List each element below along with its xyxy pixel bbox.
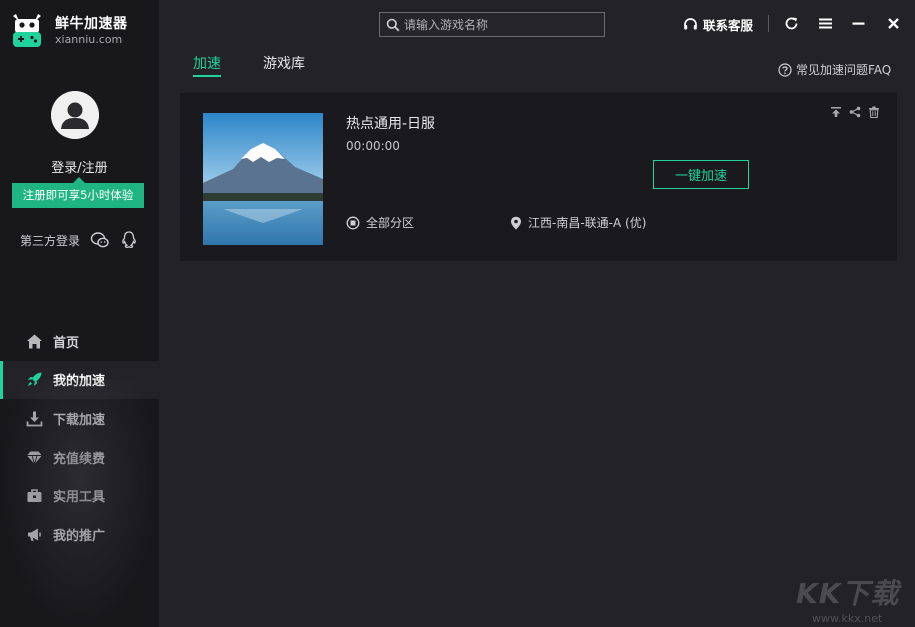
location-pin-icon xyxy=(510,216,522,230)
user-icon xyxy=(51,91,99,139)
region-label: 全部分区 xyxy=(366,216,415,230)
faq-link[interactable]: 常见加速问题FAQ xyxy=(778,61,891,78)
faq-label: 常见加速问题FAQ xyxy=(796,63,892,77)
share-button[interactable] xyxy=(848,105,862,119)
game-name: 热点通用-日服 xyxy=(346,116,436,132)
megaphone-icon xyxy=(25,525,43,543)
refresh-icon xyxy=(785,17,797,29)
card-tools xyxy=(829,105,881,119)
tab-accelerate[interactable]: 加速 xyxy=(193,53,221,77)
third-party-login-label: 第三方登录 xyxy=(20,234,81,248)
header-divider xyxy=(768,15,769,32)
server-label: 江西-南昌-联通-A (优) xyxy=(528,216,647,230)
brand-name: 鲜牛加速器 xyxy=(55,16,128,32)
nav-item-home[interactable]: 首页 xyxy=(0,322,159,361)
tab-game-library[interactable]: 游戏库 xyxy=(263,53,305,73)
server-selector[interactable]: 江西-南昌-联通-A (优) xyxy=(510,214,646,231)
stop-circle-icon xyxy=(346,216,360,230)
nav-label: 首页 xyxy=(53,335,80,351)
help-circle-icon xyxy=(778,62,792,77)
menu-button[interactable] xyxy=(816,14,834,32)
region-selector[interactable]: 全部分区 xyxy=(346,214,414,231)
close-button[interactable] xyxy=(884,14,902,32)
sidebar: 鲜牛加速器 xianniu.com 登录/注册 注册即可享5小时体验 第三方登录… xyxy=(0,0,159,627)
headset-icon xyxy=(683,17,698,32)
close-icon xyxy=(887,17,899,29)
nav-item-tools[interactable]: 实用工具 xyxy=(0,476,159,515)
nav-label: 下载加速 xyxy=(53,412,106,428)
minimize-icon xyxy=(852,22,864,25)
search-input[interactable] xyxy=(404,17,594,32)
sidebar-nav: 首页 我的加速 下载加速 充值续费 实用工具 我的推广 xyxy=(0,322,159,554)
cow-logo-icon xyxy=(13,14,41,47)
watermark-text: KK下载 xyxy=(796,577,900,610)
support-button[interactable]: 联系客服 xyxy=(683,15,753,34)
pin-top-icon xyxy=(831,107,841,117)
refresh-button[interactable] xyxy=(782,14,800,32)
download-icon xyxy=(25,409,43,427)
nav-item-my-accelerate[interactable]: 我的加速 xyxy=(0,360,159,400)
qq-icon[interactable] xyxy=(119,230,139,250)
support-label: 联系客服 xyxy=(703,18,754,33)
avatar[interactable] xyxy=(51,91,99,139)
search-bar[interactable] xyxy=(379,12,605,37)
search-icon xyxy=(386,18,400,31)
trial-badge[interactable]: 注册即可享5小时体验 xyxy=(12,177,144,208)
login-register-link[interactable]: 登录/注册 xyxy=(0,157,159,176)
nav-item-promotion[interactable]: 我的推广 xyxy=(0,515,159,554)
toolbox-icon xyxy=(25,487,43,505)
rocket-icon xyxy=(25,371,43,389)
nav-label: 我的推广 xyxy=(53,528,106,544)
game-thumbnail[interactable] xyxy=(203,113,323,245)
brand-url: xianniu.com xyxy=(55,33,123,46)
minimize-button[interactable] xyxy=(849,14,867,32)
nav-label: 实用工具 xyxy=(53,490,106,506)
one-click-accelerate-button[interactable]: 一键加速 xyxy=(653,160,749,189)
mountain-thumbnail-image xyxy=(203,113,323,245)
wechat-icon[interactable] xyxy=(90,230,110,250)
nav-label: 我的加速 xyxy=(53,374,106,390)
game-timer: 00:00:00 xyxy=(346,139,400,153)
nav-item-recharge[interactable]: 充值续费 xyxy=(0,438,159,477)
nav-label: 充值续费 xyxy=(53,451,106,467)
trash-icon xyxy=(869,106,879,118)
menu-icon xyxy=(818,18,832,28)
share-icon xyxy=(849,106,861,118)
delete-button[interactable] xyxy=(867,105,881,119)
watermark-url: www.kkx.net xyxy=(812,612,883,625)
pin-top-button[interactable] xyxy=(829,105,843,119)
home-icon xyxy=(25,332,43,350)
nav-item-download-accelerate[interactable]: 下载加速 xyxy=(0,399,159,438)
game-card: 热点通用-日服 00:00:00 一键加速 全部分区 江西-南昌-联通-A (优… xyxy=(180,93,897,261)
diamond-icon xyxy=(25,448,43,466)
